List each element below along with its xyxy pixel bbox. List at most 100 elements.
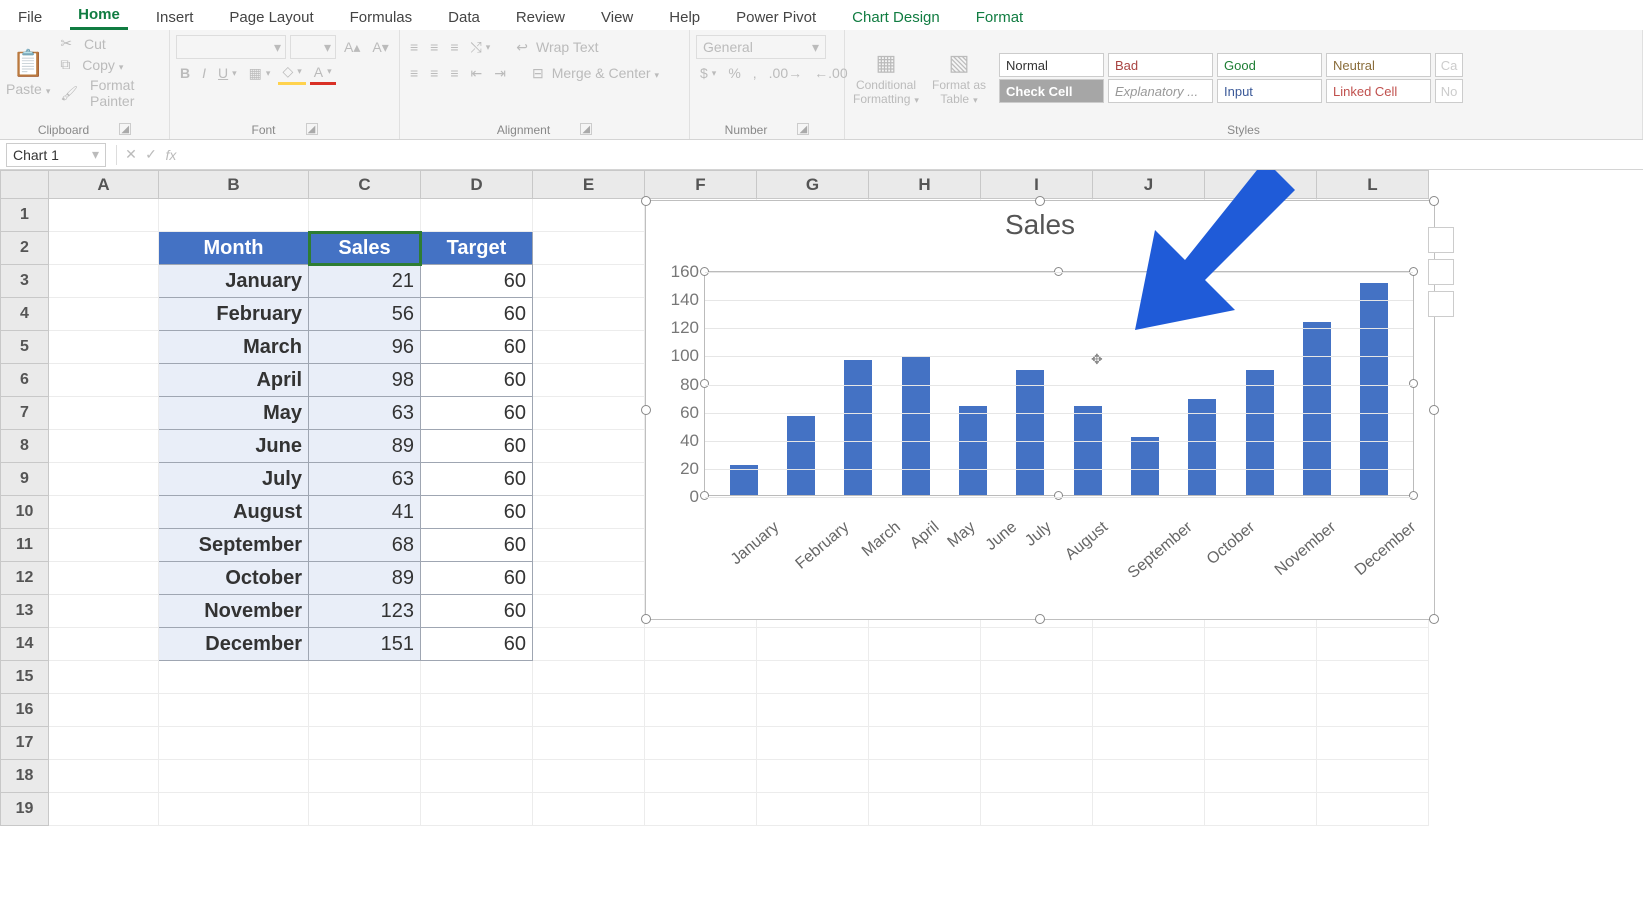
cell-H18[interactable] [869, 760, 981, 793]
style-linked-cell[interactable]: Linked Cell [1326, 79, 1431, 103]
comma-icon[interactable]: , [749, 61, 761, 85]
cell-C3[interactable]: 21 [309, 265, 421, 298]
cell-H15[interactable] [869, 661, 981, 694]
col-head-C[interactable]: C [309, 171, 421, 199]
style-good[interactable]: Good [1217, 53, 1322, 77]
wrap-text-icon[interactable]: ↩ [512, 35, 532, 59]
percent-icon[interactable]: % [724, 61, 744, 85]
plot-handle-r[interactable] [1409, 379, 1418, 388]
formula-input[interactable] [181, 143, 1643, 167]
cell-I15[interactable] [981, 661, 1093, 694]
cell-E9[interactable] [533, 463, 645, 496]
cell-L15[interactable] [1317, 661, 1429, 694]
font-name-dropdown[interactable]: ▾ [176, 35, 286, 59]
alignment-launcher[interactable]: ◢ [580, 123, 592, 135]
cell-styles-gallery[interactable]: Normal Bad Good Neutral Ca Check Cell Ex… [999, 53, 1463, 103]
cell-A13[interactable] [49, 595, 159, 628]
underline-button[interactable]: U [214, 61, 241, 85]
col-head-I[interactable]: I [981, 171, 1093, 199]
paste-icon[interactable]: 📋 [12, 48, 44, 79]
plot-handle-bl[interactable] [700, 491, 709, 500]
cell-C7[interactable]: 63 [309, 397, 421, 430]
cell-E1[interactable] [533, 199, 645, 232]
cell-E19[interactable] [533, 793, 645, 826]
cell-C17[interactable] [309, 727, 421, 760]
cell-L17[interactable] [1317, 727, 1429, 760]
clipboard-launcher[interactable]: ◢ [119, 123, 131, 135]
format-as-table-button[interactable]: Format as Table [929, 78, 989, 106]
cell-C11[interactable]: 68 [309, 529, 421, 562]
cell-F16[interactable] [645, 694, 757, 727]
cell-J19[interactable] [1093, 793, 1205, 826]
chart-handle-r[interactable] [1429, 405, 1439, 415]
chart-title[interactable]: Sales [646, 201, 1434, 249]
col-head-G[interactable]: G [757, 171, 869, 199]
cell-C14[interactable]: 151 [309, 628, 421, 661]
cell-I17[interactable] [981, 727, 1093, 760]
cell-A11[interactable] [49, 529, 159, 562]
cell-A19[interactable] [49, 793, 159, 826]
cell-K16[interactable] [1205, 694, 1317, 727]
cell-L19[interactable] [1317, 793, 1429, 826]
cell-D6[interactable]: 60 [421, 364, 533, 397]
row-head-12[interactable]: 12 [1, 562, 49, 595]
cell-H17[interactable] [869, 727, 981, 760]
cell-K15[interactable] [1205, 661, 1317, 694]
cell-I19[interactable] [981, 793, 1093, 826]
cell-B4[interactable]: February [159, 298, 309, 331]
cell-K17[interactable] [1205, 727, 1317, 760]
row-head-3[interactable]: 3 [1, 265, 49, 298]
cell-A3[interactable] [49, 265, 159, 298]
cell-C6[interactable]: 98 [309, 364, 421, 397]
cell-B5[interactable]: March [159, 331, 309, 364]
plot-handle-l[interactable] [700, 379, 709, 388]
align-top-icon[interactable]: ≡ [406, 35, 422, 59]
cell-G16[interactable] [757, 694, 869, 727]
tab-file[interactable]: File [10, 7, 50, 30]
cell-F14[interactable] [645, 628, 757, 661]
increase-decimal-icon[interactable]: .00→ [765, 61, 806, 85]
tab-review[interactable]: Review [508, 7, 573, 30]
worksheet[interactable]: ABCDEFGHIJKL12MonthSalesTarget3January21… [0, 170, 1643, 924]
tab-chart-design[interactable]: Chart Design [844, 7, 948, 30]
cell-A10[interactable] [49, 496, 159, 529]
cell-B2[interactable]: Month [159, 232, 309, 265]
chart-handle-tr[interactable] [1429, 196, 1439, 206]
cell-E4[interactable] [533, 298, 645, 331]
conditional-formatting-icon[interactable]: ▦ [876, 50, 897, 76]
cell-E6[interactable] [533, 364, 645, 397]
chart-object[interactable]: Sales 020406080100120140160 JanuaryFebru… [645, 200, 1435, 620]
merge-center-button[interactable]: Merge & Center [552, 65, 659, 81]
cell-E11[interactable] [533, 529, 645, 562]
align-bottom-icon[interactable]: ≡ [446, 35, 462, 59]
cell-D4[interactable]: 60 [421, 298, 533, 331]
tab-help[interactable]: Help [661, 7, 708, 30]
bar-September[interactable] [1188, 399, 1216, 495]
font-launcher[interactable]: ◢ [306, 123, 318, 135]
row-head-13[interactable]: 13 [1, 595, 49, 628]
cell-D2[interactable]: Target [421, 232, 533, 265]
chart-handle-b[interactable] [1035, 614, 1045, 624]
tab-format[interactable]: Format [968, 7, 1032, 30]
format-painter-icon[interactable]: 🖌 [60, 85, 78, 102]
cell-D13[interactable]: 60 [421, 595, 533, 628]
cell-B15[interactable] [159, 661, 309, 694]
cell-A9[interactable] [49, 463, 159, 496]
cell-J18[interactable] [1093, 760, 1205, 793]
cell-E7[interactable] [533, 397, 645, 430]
number-launcher[interactable]: ◢ [797, 123, 809, 135]
fill-color-button[interactable]: ◇ [278, 61, 305, 85]
increase-font-icon[interactable]: A▴ [340, 35, 364, 59]
tab-home[interactable]: Home [70, 4, 128, 30]
cell-K14[interactable] [1205, 628, 1317, 661]
cell-H16[interactable] [869, 694, 981, 727]
cell-C8[interactable]: 89 [309, 430, 421, 463]
style-input[interactable]: Input [1217, 79, 1322, 103]
row-head-5[interactable]: 5 [1, 331, 49, 364]
cell-C16[interactable] [309, 694, 421, 727]
cell-C1[interactable] [309, 199, 421, 232]
tab-data[interactable]: Data [440, 7, 488, 30]
cell-D5[interactable]: 60 [421, 331, 533, 364]
cell-K19[interactable] [1205, 793, 1317, 826]
col-head-D[interactable]: D [421, 171, 533, 199]
